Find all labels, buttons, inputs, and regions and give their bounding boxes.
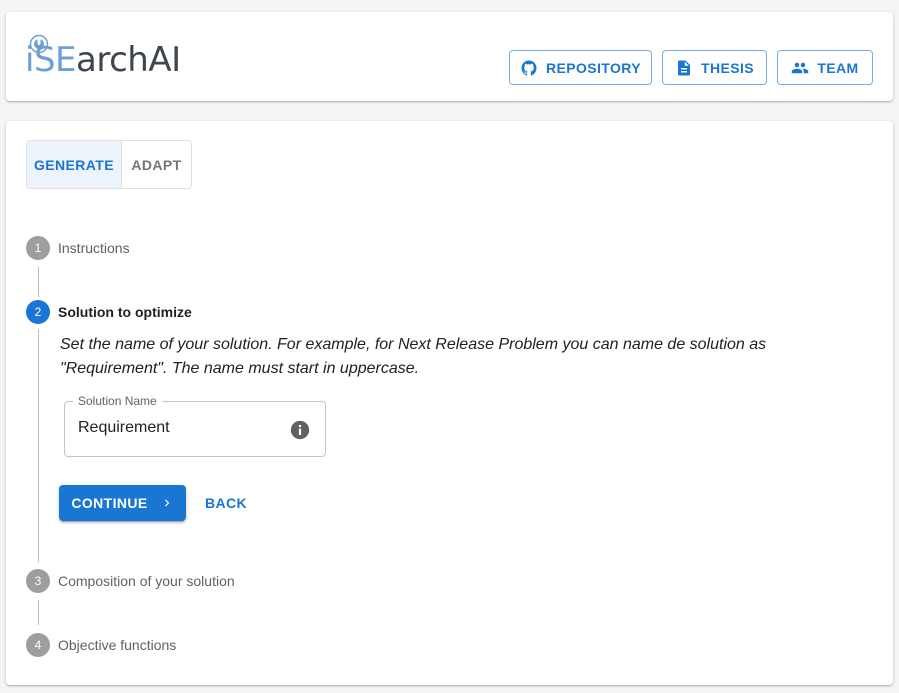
step-2-number: 2 — [26, 300, 50, 324]
team-button[interactable]: TEAM — [777, 50, 873, 85]
step-1-label: Instructions — [58, 240, 130, 256]
github-icon — [521, 60, 537, 76]
thesis-button[interactable]: THESIS — [662, 50, 767, 85]
continue-label: CONTINUE — [71, 495, 148, 511]
step-connector — [38, 267, 39, 297]
continue-button[interactable]: CONTINUE — [59, 485, 186, 521]
app-header: iSEarchAI REPOSITORY THESIS TEAM — [6, 12, 893, 101]
repository-label: REPOSITORY — [545, 59, 642, 76]
step-4-label: Objective functions — [58, 637, 177, 653]
thesis-label: THESIS — [701, 59, 754, 76]
step-3-label: Composition of your solution — [58, 573, 235, 589]
document-icon — [678, 60, 691, 75]
step-2-label: Solution to optimize — [58, 304, 192, 320]
step-3-number: 3 — [26, 569, 50, 593]
step-connector — [38, 600, 39, 625]
step-1-number: 1 — [26, 236, 50, 260]
generate-toggle[interactable]: GENERATE — [27, 141, 122, 188]
main-panel: GENERATE ADAPT 1 Instructions 2 Solution… — [6, 121, 893, 685]
info-icon[interactable] — [289, 419, 311, 441]
mode-toggle-group: GENERATE ADAPT — [26, 140, 192, 189]
step-4-number: 4 — [26, 633, 50, 657]
step-content-line — [38, 329, 39, 562]
logo-text: iSEarchAI — [25, 40, 181, 80]
adapt-toggle[interactable]: ADAPT — [122, 141, 191, 188]
team-icon — [792, 62, 809, 73]
back-button[interactable]: BACK — [196, 485, 256, 521]
isearchai-logo: iSEarchAI — [25, 34, 225, 82]
chevron-right-icon — [164, 499, 169, 507]
step-description: Set the name of your solution. For examp… — [60, 336, 767, 377]
repository-button[interactable]: REPOSITORY — [509, 50, 652, 85]
solution-name-field[interactable]: Solution Name — [64, 394, 326, 457]
solution-name-label: Solution Name — [73, 394, 162, 408]
solution-name-input[interactable] — [78, 419, 278, 437]
team-label: TEAM — [817, 59, 859, 76]
